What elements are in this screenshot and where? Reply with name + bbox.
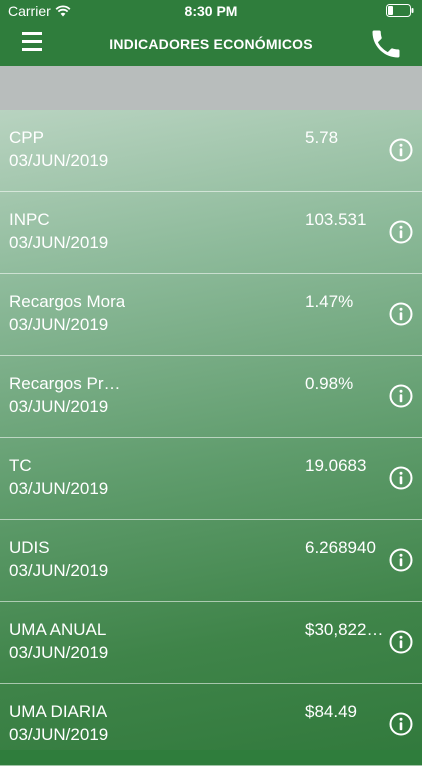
indicator-date: 03/JUN/2019 — [9, 151, 109, 170]
indicators-list: CPP 03/JUN/2019 5.78 INPC 03/JUN/2019 103.531… — [0, 110, 422, 766]
indicator-value: 0.98% — [305, 374, 354, 393]
list-item[interactable]: TC 03/JUN/2019 19.0683 — [0, 438, 422, 520]
indicator-name: TC — [9, 456, 32, 475]
info-icon[interactable] — [389, 712, 413, 736]
indicator-name: Recargos Pr… — [9, 374, 121, 393]
list-item[interactable]: UMA ANUAL 03/JUN/2019 $30,822… — [0, 602, 422, 684]
indicator-value: 6.268940 — [305, 538, 376, 557]
indicator-date: 03/JUN/2019 — [9, 315, 109, 334]
indicator-name: Recargos Mora — [9, 292, 126, 311]
list-item[interactable]: Recargos Pr… 03/JUN/2019 0.98% — [0, 356, 422, 438]
indicator-value: $84.49 — [305, 702, 357, 721]
page-title: INDICADORES ECONÓMICOS — [109, 36, 313, 52]
indicator-value: $30,822… — [305, 620, 384, 639]
indicator-value: 19.0683 — [305, 456, 367, 475]
indicator-name: UDIS — [9, 538, 50, 557]
indicator-name: INPC — [9, 210, 50, 229]
list-item[interactable]: Recargos Mora 03/JUN/2019 1.47% — [0, 274, 422, 356]
info-icon[interactable] — [389, 302, 413, 326]
list-item[interactable]: UMA DIARIA 03/JUN/2019 $84.49 — [0, 684, 422, 766]
indicator-date: 03/JUN/2019 — [9, 479, 109, 498]
info-icon[interactable] — [389, 220, 413, 244]
indicator-date: 03/JUN/2019 — [9, 233, 109, 252]
nav-bar: INDICADORES ECONÓMICOS — [0, 22, 422, 66]
list-item[interactable]: CPP 03/JUN/2019 5.78 — [0, 110, 422, 192]
info-icon[interactable] — [389, 384, 413, 408]
battery-icon — [386, 4, 414, 17]
indicator-name: CPP — [9, 128, 44, 147]
indicator-date: 03/JUN/2019 — [9, 397, 109, 416]
info-icon[interactable] — [389, 630, 413, 654]
indicator-date: 03/JUN/2019 — [9, 643, 109, 662]
list-item[interactable]: INPC 03/JUN/2019 103.531 — [0, 192, 422, 274]
indicator-name: UMA ANUAL — [9, 620, 107, 639]
status-bar: Carrier 8:30 PM — [0, 0, 422, 22]
indicator-date: 03/JUN/2019 — [9, 561, 109, 580]
indicator-value: 1.47% — [305, 292, 354, 311]
info-icon[interactable] — [389, 466, 413, 490]
info-icon[interactable] — [389, 548, 413, 572]
indicator-value: 5.78 — [305, 128, 339, 147]
clock: 8:30 PM — [184, 3, 238, 19]
phone-icon[interactable] — [368, 26, 404, 62]
list-item[interactable]: UDIS 03/JUN/2019 6.268940 — [0, 520, 422, 602]
indicator-value: 103.531 — [305, 210, 367, 229]
subheader-bar — [0, 66, 422, 110]
indicator-date: 03/JUN/2019 — [9, 725, 109, 744]
indicator-name: UMA DIARIA — [9, 702, 108, 721]
info-icon[interactable] — [389, 138, 413, 162]
